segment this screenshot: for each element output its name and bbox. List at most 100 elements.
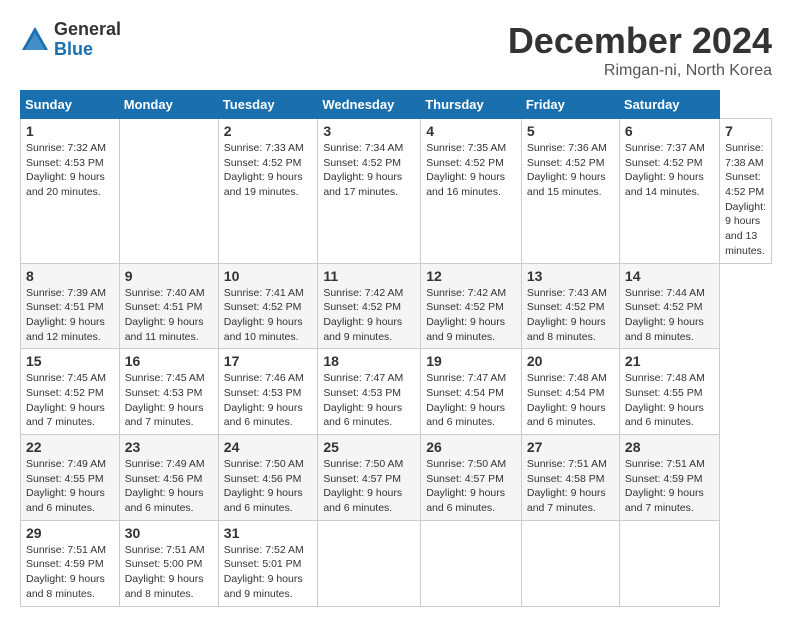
day-info: Sunrise: 7:43 AMSunset: 4:52 PMDaylight:… <box>527 286 614 345</box>
day-number: 15 <box>26 353 114 369</box>
day-info: Sunrise: 7:52 AMSunset: 5:01 PMDaylight:… <box>224 543 313 602</box>
day-info: Sunrise: 7:44 AMSunset: 4:52 PMDaylight:… <box>625 286 714 345</box>
day-number: 28 <box>625 439 714 455</box>
day-number: 23 <box>125 439 213 455</box>
calendar-day-cell: 1 Sunrise: 7:32 AMSunset: 4:53 PMDayligh… <box>21 119 120 264</box>
calendar-day-cell: 18 Sunrise: 7:47 AMSunset: 4:53 PMDaylig… <box>318 349 421 435</box>
calendar-day-cell: 7 Sunrise: 7:38 AMSunset: 4:52 PMDayligh… <box>720 119 772 264</box>
day-info: Sunrise: 7:45 AMSunset: 4:53 PMDaylight:… <box>125 371 213 430</box>
day-number: 19 <box>426 353 516 369</box>
page-header: General Blue December 2024 Rimgan-ni, No… <box>20 20 772 80</box>
day-number: 22 <box>26 439 114 455</box>
day-info: Sunrise: 7:50 AMSunset: 4:56 PMDaylight:… <box>224 457 313 516</box>
day-of-week-header: Thursday <box>421 91 522 119</box>
calendar-day-cell <box>318 520 421 606</box>
day-number: 17 <box>224 353 313 369</box>
day-info: Sunrise: 7:38 AMSunset: 4:52 PMDaylight:… <box>725 141 766 259</box>
day-number: 30 <box>125 525 213 541</box>
day-number: 10 <box>224 268 313 284</box>
day-number: 11 <box>323 268 415 284</box>
logo-general: General <box>54 20 121 40</box>
calendar-day-cell: 19 Sunrise: 7:47 AMSunset: 4:54 PMDaylig… <box>421 349 522 435</box>
calendar-day-cell <box>619 520 719 606</box>
day-number: 12 <box>426 268 516 284</box>
day-info: Sunrise: 7:41 AMSunset: 4:52 PMDaylight:… <box>224 286 313 345</box>
day-number: 25 <box>323 439 415 455</box>
calendar-day-cell: 9 Sunrise: 7:40 AMSunset: 4:51 PMDayligh… <box>119 263 218 349</box>
day-info: Sunrise: 7:50 AMSunset: 4:57 PMDaylight:… <box>323 457 415 516</box>
day-info: Sunrise: 7:51 AMSunset: 4:58 PMDaylight:… <box>527 457 614 516</box>
day-info: Sunrise: 7:46 AMSunset: 4:53 PMDaylight:… <box>224 371 313 430</box>
day-info: Sunrise: 7:37 AMSunset: 4:52 PMDaylight:… <box>625 141 714 200</box>
day-number: 7 <box>725 123 766 139</box>
day-of-week-header: Friday <box>521 91 619 119</box>
calendar-day-cell: 14 Sunrise: 7:44 AMSunset: 4:52 PMDaylig… <box>619 263 719 349</box>
day-info: Sunrise: 7:49 AMSunset: 4:55 PMDaylight:… <box>26 457 114 516</box>
day-info: Sunrise: 7:34 AMSunset: 4:52 PMDaylight:… <box>323 141 415 200</box>
day-number: 20 <box>527 353 614 369</box>
location: Rimgan-ni, North Korea <box>508 62 772 80</box>
day-info: Sunrise: 7:42 AMSunset: 4:52 PMDaylight:… <box>426 286 516 345</box>
day-info: Sunrise: 7:42 AMSunset: 4:52 PMDaylight:… <box>323 286 415 345</box>
day-info: Sunrise: 7:51 AMSunset: 4:59 PMDaylight:… <box>625 457 714 516</box>
day-info: Sunrise: 7:32 AMSunset: 4:53 PMDaylight:… <box>26 141 114 200</box>
day-info: Sunrise: 7:36 AMSunset: 4:52 PMDaylight:… <box>527 141 614 200</box>
day-info: Sunrise: 7:51 AMSunset: 5:00 PMDaylight:… <box>125 543 213 602</box>
day-number: 27 <box>527 439 614 455</box>
day-info: Sunrise: 7:35 AMSunset: 4:52 PMDaylight:… <box>426 141 516 200</box>
calendar-day-cell: 13 Sunrise: 7:43 AMSunset: 4:52 PMDaylig… <box>521 263 619 349</box>
calendar-day-cell: 10 Sunrise: 7:41 AMSunset: 4:52 PMDaylig… <box>218 263 318 349</box>
day-number: 21 <box>625 353 714 369</box>
day-number: 26 <box>426 439 516 455</box>
calendar-day-cell: 3 Sunrise: 7:34 AMSunset: 4:52 PMDayligh… <box>318 119 421 264</box>
calendar-day-cell: 11 Sunrise: 7:42 AMSunset: 4:52 PMDaylig… <box>318 263 421 349</box>
calendar-day-cell: 5 Sunrise: 7:36 AMSunset: 4:52 PMDayligh… <box>521 119 619 264</box>
day-number: 31 <box>224 525 313 541</box>
calendar-week-row: 8 Sunrise: 7:39 AMSunset: 4:51 PMDayligh… <box>21 263 772 349</box>
logo-icon <box>20 25 50 55</box>
calendar-day-cell: 31 Sunrise: 7:52 AMSunset: 5:01 PMDaylig… <box>218 520 318 606</box>
day-of-week-header: Sunday <box>21 91 120 119</box>
day-info: Sunrise: 7:39 AMSunset: 4:51 PMDaylight:… <box>26 286 114 345</box>
day-number: 3 <box>323 123 415 139</box>
day-info: Sunrise: 7:48 AMSunset: 4:54 PMDaylight:… <box>527 371 614 430</box>
day-number: 1 <box>26 123 114 139</box>
calendar-day-cell: 6 Sunrise: 7:37 AMSunset: 4:52 PMDayligh… <box>619 119 719 264</box>
calendar-day-cell: 22 Sunrise: 7:49 AMSunset: 4:55 PMDaylig… <box>21 435 120 521</box>
calendar-day-cell: 21 Sunrise: 7:48 AMSunset: 4:55 PMDaylig… <box>619 349 719 435</box>
calendar-week-row: 1 Sunrise: 7:32 AMSunset: 4:53 PMDayligh… <box>21 119 772 264</box>
day-number: 4 <box>426 123 516 139</box>
day-number: 14 <box>625 268 714 284</box>
calendar-week-row: 15 Sunrise: 7:45 AMSunset: 4:52 PMDaylig… <box>21 349 772 435</box>
logo-text: General Blue <box>54 20 121 60</box>
calendar-header-row: SundayMondayTuesdayWednesdayThursdayFrid… <box>21 91 772 119</box>
day-of-week-header: Wednesday <box>318 91 421 119</box>
day-info: Sunrise: 7:33 AMSunset: 4:52 PMDaylight:… <box>224 141 313 200</box>
day-number: 6 <box>625 123 714 139</box>
calendar-week-row: 22 Sunrise: 7:49 AMSunset: 4:55 PMDaylig… <box>21 435 772 521</box>
day-number: 5 <box>527 123 614 139</box>
calendar-day-cell: 26 Sunrise: 7:50 AMSunset: 4:57 PMDaylig… <box>421 435 522 521</box>
day-info: Sunrise: 7:48 AMSunset: 4:55 PMDaylight:… <box>625 371 714 430</box>
calendar-table: SundayMondayTuesdayWednesdayThursdayFrid… <box>20 90 772 607</box>
day-of-week-header: Tuesday <box>218 91 318 119</box>
calendar-day-cell <box>421 520 522 606</box>
day-number: 18 <box>323 353 415 369</box>
day-of-week-header: Monday <box>119 91 218 119</box>
day-info: Sunrise: 7:40 AMSunset: 4:51 PMDaylight:… <box>125 286 213 345</box>
calendar-day-cell: 12 Sunrise: 7:42 AMSunset: 4:52 PMDaylig… <box>421 263 522 349</box>
calendar-day-cell: 30 Sunrise: 7:51 AMSunset: 5:00 PMDaylig… <box>119 520 218 606</box>
day-info: Sunrise: 7:47 AMSunset: 4:54 PMDaylight:… <box>426 371 516 430</box>
calendar-day-cell: 24 Sunrise: 7:50 AMSunset: 4:56 PMDaylig… <box>218 435 318 521</box>
day-number: 9 <box>125 268 213 284</box>
day-info: Sunrise: 7:51 AMSunset: 4:59 PMDaylight:… <box>26 543 114 602</box>
day-number: 16 <box>125 353 213 369</box>
calendar-day-cell: 16 Sunrise: 7:45 AMSunset: 4:53 PMDaylig… <box>119 349 218 435</box>
day-info: Sunrise: 7:47 AMSunset: 4:53 PMDaylight:… <box>323 371 415 430</box>
logo-blue: Blue <box>54 40 121 60</box>
calendar-day-cell: 20 Sunrise: 7:48 AMSunset: 4:54 PMDaylig… <box>521 349 619 435</box>
calendar-day-cell: 15 Sunrise: 7:45 AMSunset: 4:52 PMDaylig… <box>21 349 120 435</box>
title-block: December 2024 Rimgan-ni, North Korea <box>508 20 772 80</box>
calendar-day-cell: 17 Sunrise: 7:46 AMSunset: 4:53 PMDaylig… <box>218 349 318 435</box>
month-title: December 2024 <box>508 20 772 62</box>
